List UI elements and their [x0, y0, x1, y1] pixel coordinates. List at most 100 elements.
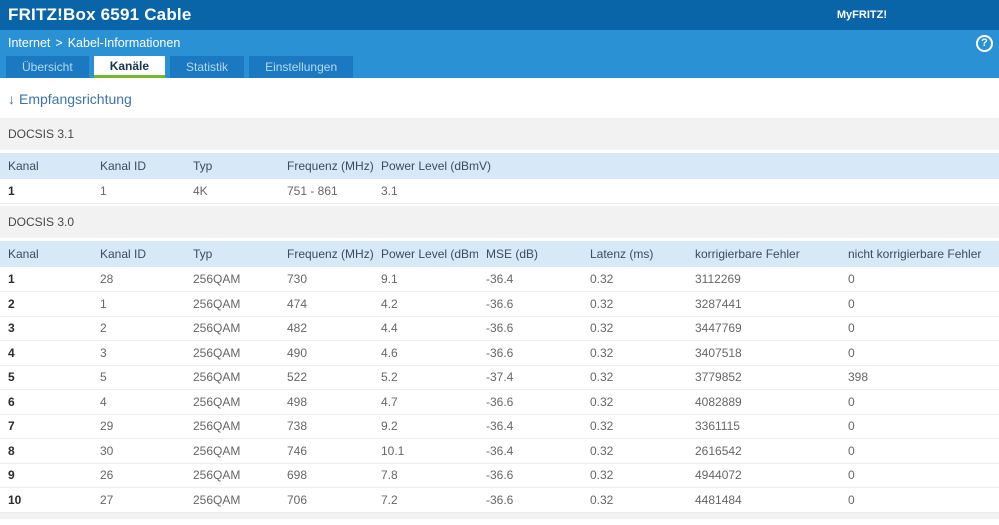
table-cell: 490 [279, 340, 373, 366]
table-cell: 4082889 [687, 389, 840, 415]
table-cell: 0 [840, 389, 999, 415]
table-cell: 7.2 [373, 487, 478, 513]
docsis31-table-container: Kanal Kanal ID Typ Frequenz (MHz) Power Leve… [0, 153, 999, 204]
column-header: korrigierbare Fehler [687, 241, 840, 267]
table-row: 4 3 256QAM 490 4.6 -36.6 0.32 3407518 0 [0, 340, 999, 366]
table-cell: 3 [0, 316, 92, 341]
table-cell: 0.32 [582, 438, 687, 464]
table-cell: 0.32 [582, 267, 687, 292]
tab-statistik[interactable]: Statistik [170, 56, 245, 78]
main-content: ↓ Empfangsrichtung DOCSIS 3.1 Kanal Kanal … [0, 91, 999, 519]
table-cell: 9.1 [373, 267, 478, 292]
table-cell: 7.8 [373, 463, 478, 488]
downstream-arrow-icon: ↓ [8, 91, 15, 107]
table-cell: 0 [840, 463, 999, 488]
table-row: 2 1 256QAM 474 4.2 -36.6 0.32 3287441 0 [0, 291, 999, 317]
table-cell: 0.32 [582, 463, 687, 488]
table-cell: 751 - 861 [279, 179, 373, 204]
table-cell: 10 [0, 487, 92, 513]
table-row: 9 26 256QAM 698 7.8 -36.6 0.32 4944072 0 [0, 463, 999, 488]
table-cell: 5 [0, 365, 92, 390]
table-cell: 26 [92, 463, 185, 488]
table-cell: 0 [840, 487, 999, 513]
table-cell: 256QAM [185, 414, 279, 439]
table-row: 1 1 4K 751 - 861 3.1 [0, 179, 999, 204]
table-cell: 3 [92, 340, 185, 366]
table-cell: 3112269 [687, 267, 840, 292]
table-cell: 398 [840, 365, 999, 390]
table-cell: 2616542 [687, 438, 840, 464]
breadcrumb-separator-icon: > [55, 36, 63, 50]
table-cell: 1 [92, 179, 185, 204]
table-cell: 0.32 [582, 291, 687, 317]
table-cell: -37.4 [478, 365, 582, 390]
table-cell: -36.6 [478, 316, 582, 341]
table-cell: 0.32 [582, 487, 687, 513]
table-row: 1 28 256QAM 730 9.1 -36.4 0.32 3112269 0 [0, 267, 999, 292]
docsis30-section: DOCSIS 3.0 Kanal Kanal ID Typ Frequenz (MHz… [0, 206, 999, 513]
section-heading-empfangsrichtung: ↓ Empfangsrichtung [8, 91, 999, 107]
tab-bar: Übersicht Kanäle Statistik Einstellungen [0, 56, 999, 78]
docsis30-table: Kanal Kanal ID Typ Frequenz (MHz) Power Leve… [0, 241, 999, 513]
table-cell: 4.6 [373, 340, 478, 366]
table-cell: 0 [840, 267, 999, 292]
page-title: FRITZ!Box 6591 Cable [8, 5, 192, 24]
table-cell: 2 [92, 316, 185, 341]
table-cell: 730 [279, 267, 373, 292]
table-cell: 4944072 [687, 463, 840, 488]
table-cell: 3361115 [687, 414, 840, 439]
table-cell: 4.7 [373, 389, 478, 415]
table-cell: -36.4 [478, 414, 582, 439]
table-cell: -36.6 [478, 340, 582, 366]
table-cell: 256QAM [185, 438, 279, 464]
table-cell: 0 [840, 316, 999, 341]
table-cell: 0.32 [582, 340, 687, 366]
table-cell: 3407518 [687, 340, 840, 366]
column-header: Frequenz (MHz) [279, 241, 373, 267]
table-cell: -36.6 [478, 463, 582, 488]
table-cell: 5 [92, 365, 185, 390]
myfritz-link[interactable]: MyFRITZ! [837, 0, 887, 30]
table-cell: -36.4 [478, 438, 582, 464]
table-cell: 0 [840, 291, 999, 317]
table-cell: 30 [92, 438, 185, 464]
table-cell: 256QAM [185, 463, 279, 488]
table-cell: 4 [0, 340, 92, 366]
table-cell: 4481484 [687, 487, 840, 513]
column-header: nicht korrigierbare Fehler [840, 241, 999, 267]
table-cell: 482 [279, 316, 373, 341]
table-cell: 256QAM [185, 291, 279, 317]
table-row: 10 27 256QAM 706 7.2 -36.6 0.32 4481484 0 [0, 487, 999, 513]
docsis30-table-container: Kanal Kanal ID Typ Frequenz (MHz) Power Leve… [0, 241, 999, 513]
tab-einstellungen[interactable]: Einstellungen [249, 56, 354, 78]
tab-kanaele[interactable]: Kanäle [93, 56, 166, 78]
table-cell: -36.6 [478, 389, 582, 415]
table-cell: 6 [0, 389, 92, 415]
table-cell: 4.4 [373, 316, 478, 341]
column-header: MSE (dB) [478, 241, 582, 267]
table-cell: 256QAM [185, 389, 279, 415]
docsis30-section-title: DOCSIS 3.0 [0, 206, 999, 238]
column-header: Power Level (dBmV) [373, 153, 999, 179]
table-row: 8 30 256QAM 746 10.1 -36.4 0.32 2616542 0 [0, 438, 999, 464]
table-cell: 29 [92, 414, 185, 439]
table-cell: 738 [279, 414, 373, 439]
table-cell: 8 [0, 438, 92, 464]
table-cell: 0.32 [582, 316, 687, 341]
table-cell: 0.32 [582, 389, 687, 415]
section-heading-label: Empfangsrichtung [19, 91, 132, 107]
table-cell: 0.32 [582, 414, 687, 439]
tab-uebersicht[interactable]: Übersicht [6, 56, 89, 78]
table-cell: 4 [92, 389, 185, 415]
column-header: Kanal [0, 241, 92, 267]
help-icon[interactable]: ? [976, 35, 993, 52]
table-cell: 3.1 [373, 179, 999, 204]
table-header-row: Kanal Kanal ID Typ Frequenz (MHz) Power Leve… [0, 241, 999, 267]
table-cell: 27 [92, 487, 185, 513]
docsis31-section: DOCSIS 3.1 Kanal Kanal ID Typ Frequenz (MHz… [0, 118, 999, 204]
breadcrumb-internet[interactable]: Internet [8, 36, 50, 50]
table-row: 3 2 256QAM 482 4.4 -36.6 0.32 3447769 0 [0, 316, 999, 341]
breadcrumb: Internet > Kabel-Informationen [0, 30, 999, 56]
column-header: Typ [185, 241, 279, 267]
table-cell: -36.6 [478, 487, 582, 513]
